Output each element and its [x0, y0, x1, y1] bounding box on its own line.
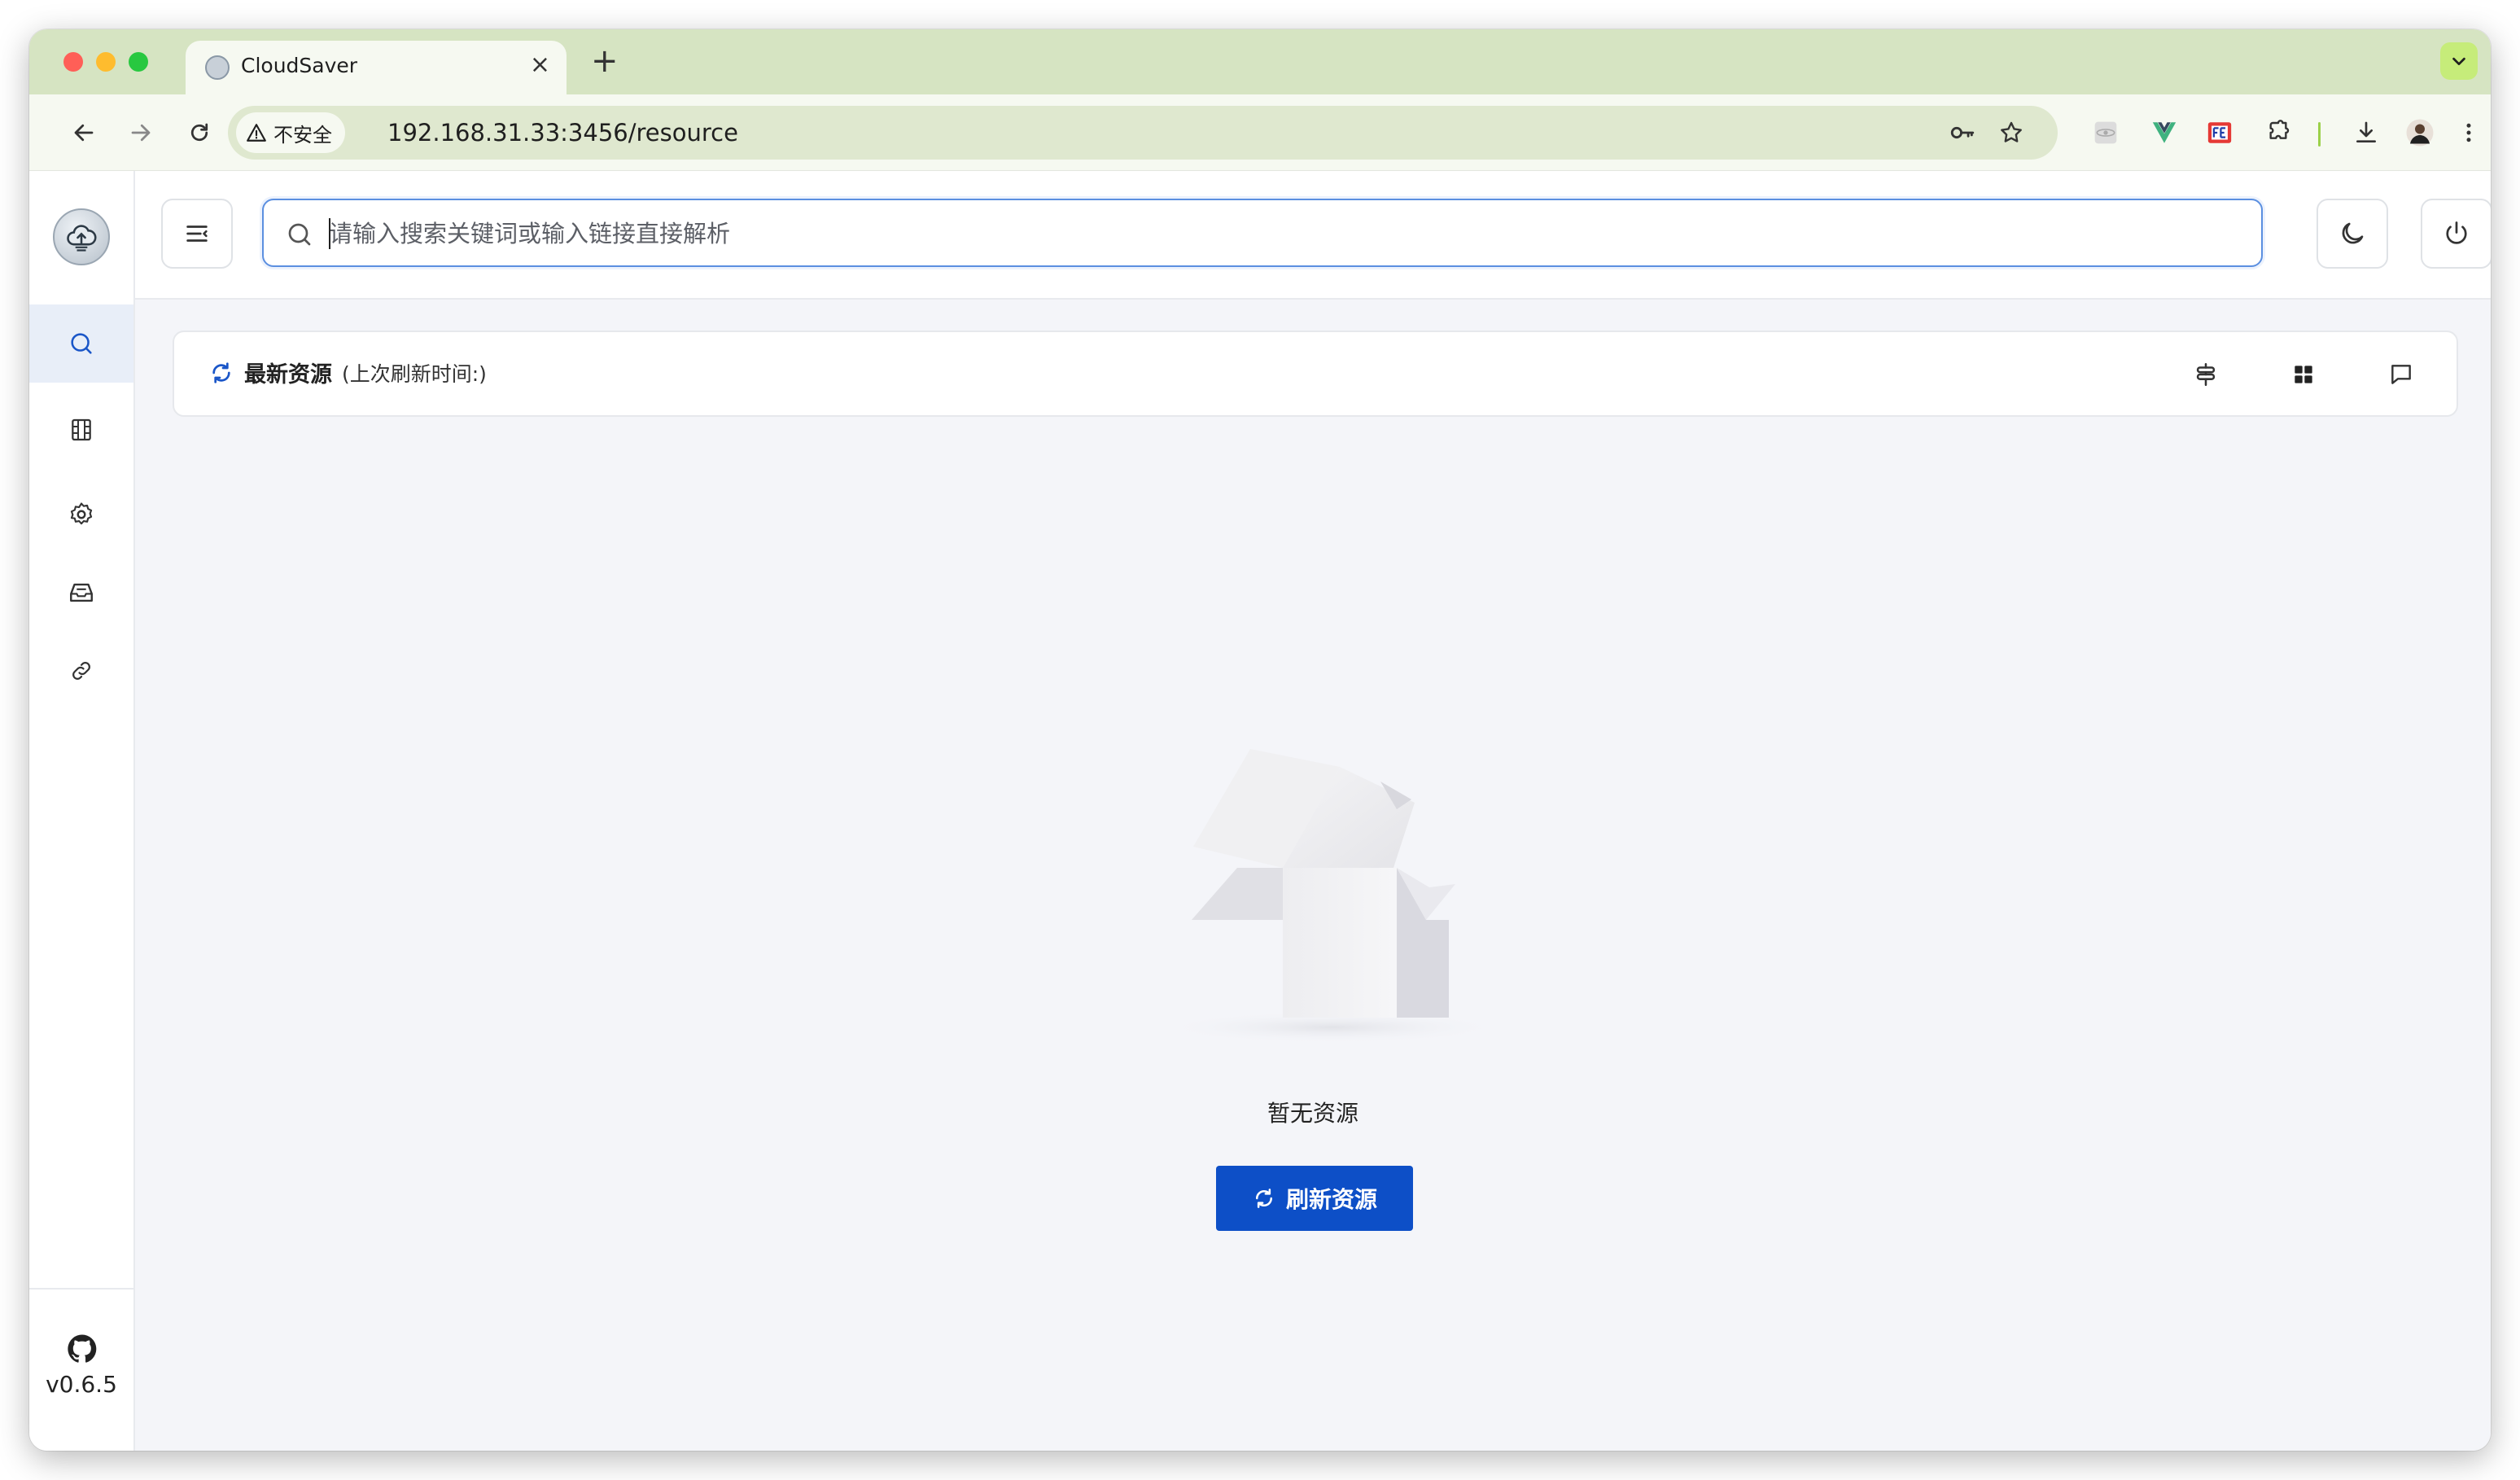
- text-caret: [329, 218, 330, 249]
- search-icon: [288, 223, 311, 246]
- fe-helper-icon: [2207, 122, 2232, 143]
- panel-title: 最新资源: [244, 362, 332, 388]
- browser-window: CloudSaver × + 不安全 192.168.31.33:3456/re…: [29, 29, 2491, 1451]
- sidebar-item-storage[interactable]: [29, 554, 133, 632]
- browser-tab[interactable]: CloudSaver ×: [186, 41, 567, 94]
- grid-view-button[interactable]: [2284, 355, 2323, 394]
- tab-search-button[interactable]: [2440, 42, 2478, 80]
- cloud-upload-icon: [67, 225, 97, 252]
- film-icon: [72, 418, 91, 441]
- refresh-resources-button[interactable]: 刷新资源: [1216, 1166, 1413, 1231]
- sidebar-item-search[interactable]: [29, 304, 133, 383]
- avatar-icon: [2406, 119, 2434, 147]
- forward-button[interactable]: [122, 114, 160, 151]
- password-key-button[interactable]: [1947, 117, 1978, 148]
- search-icon: [71, 333, 92, 354]
- empty-box-illustration: [1161, 749, 1503, 1044]
- more-vertical-icon: [2466, 123, 2471, 142]
- chat-icon: [2391, 365, 2411, 384]
- profile-button[interactable]: [2400, 112, 2440, 153]
- address-bar[interactable]: 不安全 192.168.31.33:3456/resource: [228, 106, 2058, 160]
- grid-icon: [2295, 366, 2312, 383]
- tab-title: CloudSaver: [241, 54, 358, 77]
- sidebar: v0.6.5: [29, 171, 135, 1451]
- warning-icon: [247, 124, 266, 142]
- browser-toolbar: 不安全 192.168.31.33:3456/resource: [29, 94, 2491, 171]
- react-icon: [2094, 121, 2117, 144]
- filter-icon: [2196, 362, 2216, 387]
- power-icon: [2446, 221, 2467, 244]
- search-field[interactable]: [262, 199, 2263, 267]
- comment-button[interactable]: [2382, 355, 2421, 394]
- gear-icon: [70, 502, 93, 525]
- filter-button[interactable]: [2186, 355, 2225, 394]
- security-chip[interactable]: 不安全: [236, 112, 345, 153]
- reload-button[interactable]: [181, 114, 218, 151]
- app-version: v0.6.5: [46, 1371, 117, 1398]
- favicon-icon: [205, 55, 230, 80]
- browser-menu-button[interactable]: [2448, 112, 2489, 153]
- close-window-button[interactable]: [63, 52, 83, 72]
- sidebar-item-settings[interactable]: [29, 475, 133, 554]
- sidebar-item-movies[interactable]: [29, 391, 133, 469]
- puzzle-icon: [2269, 120, 2290, 139]
- extensions-button[interactable]: [2258, 112, 2299, 153]
- security-label: 不安全: [273, 123, 332, 147]
- latest-resources-panel: 最新资源 (上次刷新时间:): [173, 331, 2458, 417]
- star-icon: [2001, 121, 2022, 142]
- refresh-icon[interactable]: [208, 360, 234, 386]
- react-devtools-extension[interactable]: [2085, 112, 2126, 153]
- toolbar-divider: [2318, 122, 2321, 147]
- url-text[interactable]: 192.168.31.33:3456/resource: [387, 119, 738, 147]
- logout-button[interactable]: [2421, 199, 2491, 269]
- tab-close-button[interactable]: ×: [530, 52, 550, 78]
- search-input[interactable]: [329, 212, 2233, 256]
- refresh-resources-label: 刷新资源: [1285, 1187, 1377, 1212]
- refresh-icon: [1255, 1189, 1272, 1208]
- app-logo[interactable]: [53, 208, 110, 265]
- chevron-down-icon: [2452, 57, 2465, 66]
- fe-helper-extension[interactable]: [2199, 112, 2240, 153]
- github-icon: [68, 1334, 97, 1363]
- downloads-button[interactable]: [2346, 112, 2387, 153]
- tab-strip: CloudSaver × +: [29, 29, 2491, 94]
- search-field-icon: [285, 220, 314, 252]
- app-root: v0.6.5 最新资源: [29, 171, 2491, 1451]
- bookmark-button[interactable]: [1996, 117, 2027, 148]
- menu-fold-icon: [186, 226, 208, 242]
- toggle-sidebar-button[interactable]: [161, 199, 233, 269]
- panel-header: 最新资源 (上次刷新时间:): [208, 357, 487, 388]
- github-link[interactable]: [65, 1332, 99, 1369]
- sidebar-footer: v0.6.5: [29, 1288, 133, 1451]
- empty-state-message: 暂无资源: [1267, 1100, 1358, 1127]
- back-button[interactable]: [65, 114, 103, 151]
- vue-icon: [2152, 122, 2177, 143]
- arrow-left-icon: [74, 124, 94, 142]
- last-refresh-time: (上次刷新时间:): [342, 361, 487, 386]
- app-header: [135, 171, 2491, 300]
- inbox-icon: [70, 583, 93, 602]
- dark-mode-toggle[interactable]: [2317, 199, 2388, 269]
- arrow-right-icon: [131, 124, 151, 142]
- maximize-window-button[interactable]: [129, 52, 148, 72]
- vue-devtools-extension[interactable]: [2144, 112, 2185, 153]
- reload-icon: [190, 123, 208, 142]
- link-icon: [72, 662, 90, 680]
- sidebar-item-links[interactable]: [29, 632, 133, 710]
- moon-icon: [2342, 222, 2364, 244]
- new-tab-button[interactable]: +: [591, 44, 619, 78]
- minimize-window-button[interactable]: [96, 52, 116, 72]
- key-icon: [1950, 126, 1975, 139]
- download-icon: [2356, 121, 2376, 142]
